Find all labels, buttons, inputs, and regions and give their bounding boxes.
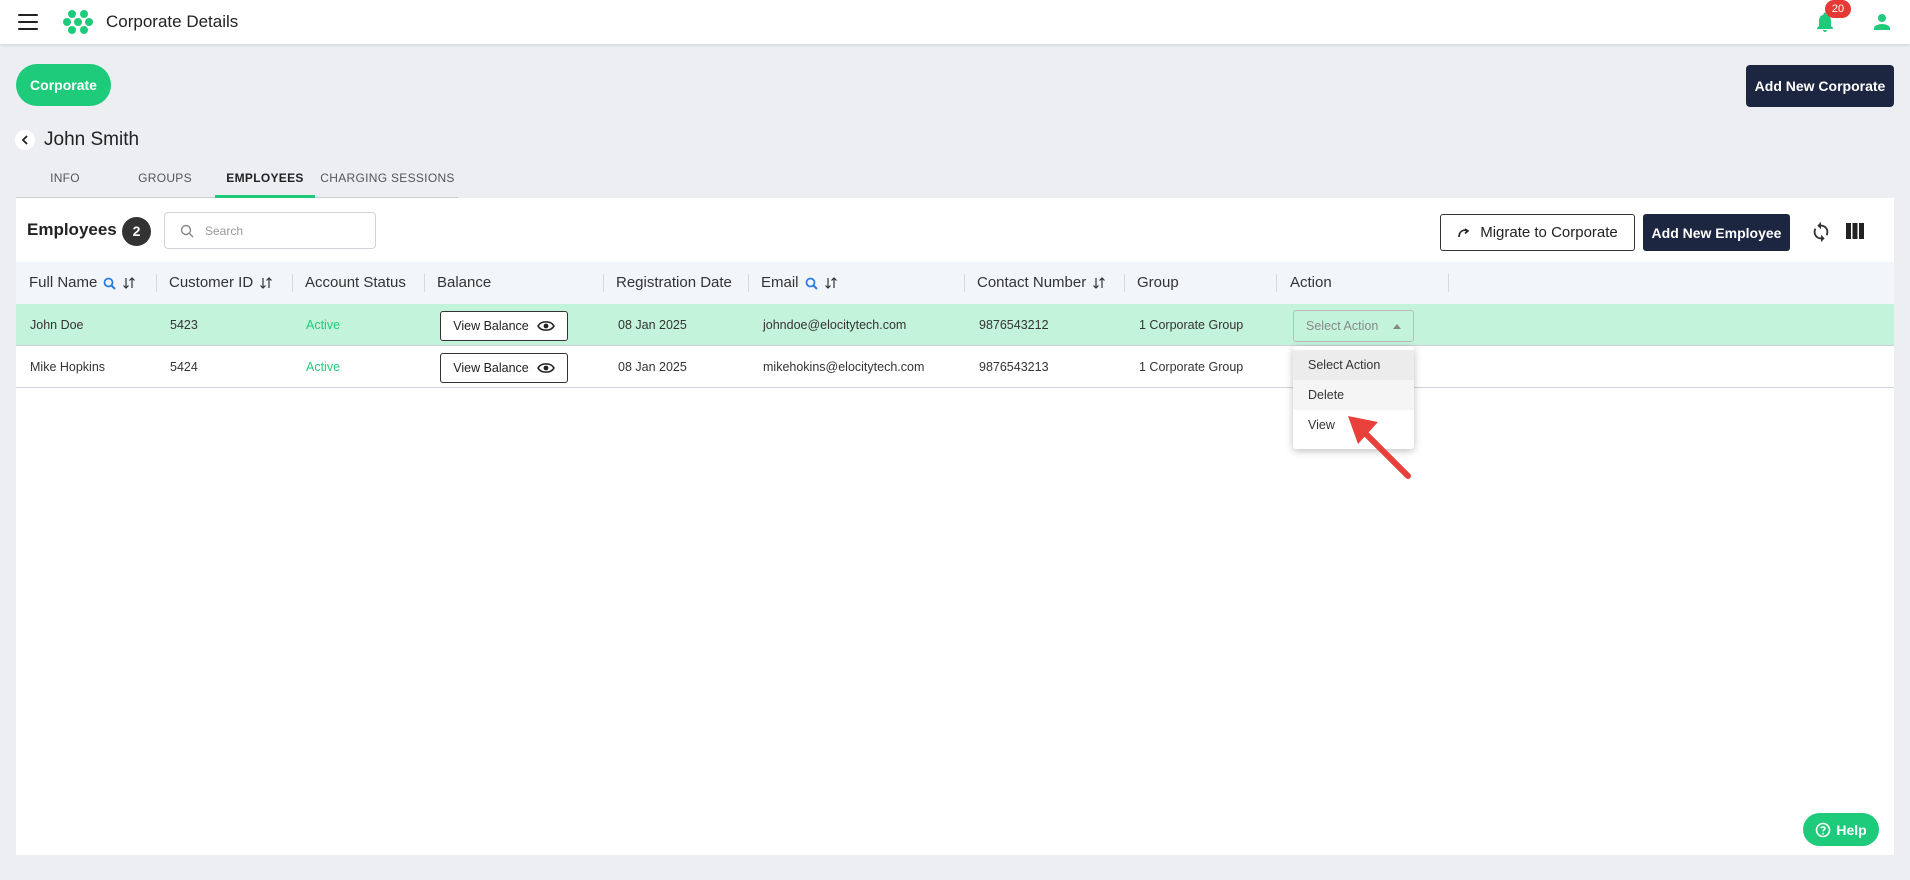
user-profile-icon[interactable] bbox=[1870, 10, 1894, 34]
cell-account-status: Active bbox=[306, 360, 341, 374]
columns-icon[interactable] bbox=[1845, 222, 1865, 240]
search-field[interactable] bbox=[164, 212, 376, 249]
corporate-filter-button[interactable]: Corporate bbox=[16, 64, 111, 106]
section-title: Employees bbox=[27, 220, 117, 239]
menu-item-select-action[interactable]: Select Action bbox=[1293, 350, 1414, 380]
search-input[interactable] bbox=[205, 221, 365, 241]
employees-panel: Employees 2 Migrate to Corporate Add New… bbox=[16, 198, 1894, 855]
cell-group: 1 Corporate Group bbox=[1139, 360, 1244, 374]
tab-bar: INFO GROUPS EMPLOYEES CHARGING SESSIONS bbox=[16, 165, 458, 198]
add-new-corporate-button[interactable]: Add New Corporate bbox=[1746, 65, 1894, 107]
add-new-employee-button[interactable]: Add New Employee bbox=[1643, 214, 1790, 251]
sort-icon[interactable] bbox=[824, 277, 838, 289]
sort-icon[interactable] bbox=[259, 277, 273, 289]
caret-up-icon bbox=[1393, 324, 1401, 329]
column-header-registration-date: Registration Date bbox=[616, 274, 732, 291]
cell-group: 1 Corporate Group bbox=[1139, 318, 1244, 332]
migrate-label: Migrate to Corporate bbox=[1480, 224, 1618, 241]
app-title: Corporate Details bbox=[106, 12, 239, 31]
column-header-account-status: Account Status bbox=[305, 274, 406, 291]
help-icon bbox=[1816, 822, 1831, 837]
column-header-balance: Balance bbox=[437, 274, 492, 291]
cell-email: johndoe@elocitytech.com bbox=[763, 318, 907, 332]
refresh-icon[interactable] bbox=[1810, 221, 1832, 243]
cell-registration-date: 08 Jan 2025 bbox=[618, 318, 687, 332]
cell-full-name: Mike Hopkins bbox=[30, 360, 106, 374]
notification-count-badge: 20 bbox=[1825, 0, 1851, 18]
employee-count-badge: 2 bbox=[122, 217, 151, 246]
tab-employees[interactable]: EMPLOYEES bbox=[215, 165, 315, 198]
cell-full-name: John Doe bbox=[30, 318, 84, 332]
tab-groups[interactable]: GROUPS bbox=[116, 165, 214, 198]
table-row[interactable]: Mike Hopkins 5424 Active View Balance 08… bbox=[16, 346, 1894, 388]
migrate-to-corporate-button[interactable]: Migrate to Corporate bbox=[1440, 214, 1635, 251]
column-header-customer-id[interactable]: Customer ID bbox=[169, 262, 273, 304]
sort-icon[interactable] bbox=[122, 277, 136, 289]
logo-icon bbox=[63, 10, 93, 34]
column-header-email[interactable]: Email bbox=[761, 262, 838, 304]
help-button[interactable]: Help bbox=[1803, 813, 1879, 846]
tab-info[interactable]: INFO bbox=[16, 165, 114, 198]
back-button[interactable] bbox=[15, 130, 35, 150]
column-header-action: Action bbox=[1290, 274, 1332, 291]
menu-item-delete[interactable]: Delete bbox=[1293, 380, 1414, 410]
chevron-left-icon bbox=[21, 135, 28, 145]
cell-customer-id: 5424 bbox=[170, 360, 198, 374]
column-header-full-name[interactable]: Full Name bbox=[29, 262, 136, 304]
cell-email: mikehokins@elocitytech.com bbox=[763, 360, 925, 374]
eye-icon bbox=[536, 321, 555, 331]
table-row[interactable]: John Doe 5423 Active View Balance 08 Jan… bbox=[16, 304, 1894, 346]
menu-item-view[interactable]: View bbox=[1293, 410, 1414, 440]
view-balance-button[interactable]: View Balance bbox=[440, 353, 568, 383]
action-dropdown-menu: Select Action Delete View bbox=[1293, 346, 1414, 449]
view-balance-button[interactable]: View Balance bbox=[440, 311, 568, 341]
migrate-icon bbox=[1458, 227, 1470, 237]
cell-registration-date: 08 Jan 2025 bbox=[618, 360, 687, 374]
top-bar: Corporate Details 20 bbox=[0, 0, 1910, 44]
search-filter-icon[interactable] bbox=[103, 277, 117, 290]
column-header-contact-number[interactable]: Contact Number bbox=[977, 262, 1106, 304]
page-title: John Smith bbox=[44, 129, 140, 150]
search-icon bbox=[180, 224, 194, 238]
cell-contact-number: 9876543213 bbox=[979, 360, 1049, 374]
search-filter-icon[interactable] bbox=[805, 277, 818, 290]
hamburger-menu-icon[interactable] bbox=[18, 14, 38, 30]
sort-icon[interactable] bbox=[1092, 277, 1106, 289]
cell-account-status: Active bbox=[306, 318, 341, 332]
column-header-group: Group bbox=[1137, 274, 1179, 291]
table-header: Full Name Customer ID Account Status Bal… bbox=[16, 262, 1894, 304]
cell-customer-id: 5423 bbox=[170, 318, 198, 332]
action-select[interactable]: Select Action bbox=[1293, 310, 1414, 342]
tab-charging-sessions[interactable]: CHARGING SESSIONS bbox=[317, 165, 458, 198]
eye-icon bbox=[536, 363, 555, 373]
cell-contact-number: 9876543212 bbox=[979, 318, 1049, 332]
